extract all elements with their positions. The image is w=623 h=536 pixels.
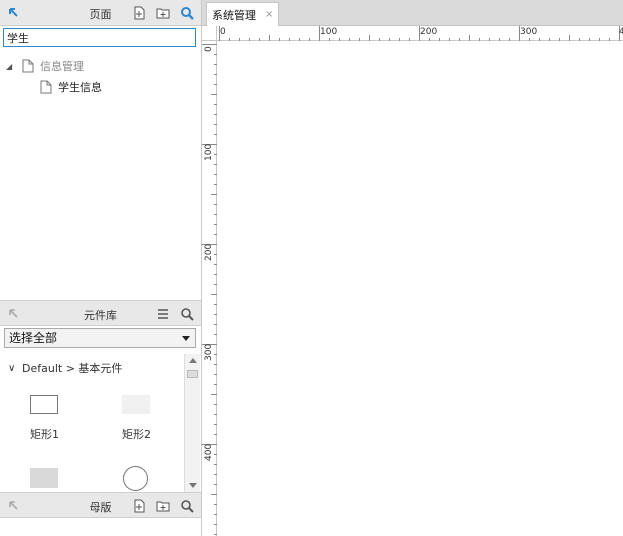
ruler-label: 300	[520, 27, 538, 37]
ruler-label: 300	[204, 343, 214, 361]
search-icon[interactable]	[179, 498, 195, 514]
search-icon[interactable]	[179, 306, 195, 322]
master-list	[0, 518, 201, 536]
add-page-icon[interactable]	[131, 5, 147, 21]
widget-label: 矩形2	[122, 428, 151, 441]
tree-item-label: 信息管理	[40, 60, 84, 73]
ruler-corner	[202, 26, 217, 41]
widget-panel-header: 元件库	[0, 300, 201, 326]
widget-group-header[interactable]: ∨ Default > 基本元件	[8, 360, 122, 376]
add-folder-icon[interactable]	[155, 5, 171, 21]
ruler-label: 400	[204, 443, 214, 461]
widget-label: 矩形1	[30, 428, 59, 441]
scroll-down-icon[interactable]	[189, 483, 197, 488]
horizontal-ruler: 0 100 200 300 4	[202, 26, 623, 41]
tree-item-info-management[interactable]: ◢ 信息管理	[6, 57, 84, 75]
rectangle-1-widget[interactable]	[30, 395, 58, 414]
close-icon[interactable]: ×	[265, 9, 273, 20]
library-select-value: 选择全部	[9, 331, 58, 345]
ruler-label: 0	[220, 27, 226, 37]
master-panel-header: 母版	[0, 492, 201, 518]
pages-panel-header: 页面	[0, 0, 201, 26]
scrollbar-thumb[interactable]	[187, 370, 198, 378]
search-icon[interactable]	[179, 5, 195, 21]
ruler-label: 100	[320, 27, 338, 37]
design-canvas[interactable]	[217, 41, 623, 536]
rectangle-2-widget[interactable]	[122, 395, 150, 414]
ellipse-widget[interactable]	[123, 466, 148, 491]
menu-icon[interactable]	[155, 306, 171, 322]
chevron-down-icon	[182, 336, 190, 341]
pages-panel: 页面 ◢ 信息管理 学生信息	[0, 0, 201, 300]
tree-item-student-info[interactable]: 学生信息	[40, 78, 102, 96]
widget-list-scrollbar[interactable]	[184, 354, 200, 492]
ruler-label: 200	[204, 243, 214, 261]
page-search-input[interactable]	[3, 28, 196, 47]
placeholder-widget[interactable]	[30, 468, 58, 488]
page-icon	[22, 59, 34, 73]
library-select[interactable]: 选择全部	[4, 328, 196, 348]
tab-label: 系统管理	[212, 8, 256, 22]
ruler-label: 200	[420, 27, 438, 37]
chevron-down-icon: ∨	[8, 362, 16, 374]
scroll-up-icon[interactable]	[189, 358, 197, 363]
tree-item-label: 学生信息	[58, 81, 102, 94]
ruler-label: 0	[204, 46, 214, 52]
ruler-label: 100	[204, 143, 214, 161]
page-tab-bar: 系统管理 ×	[202, 0, 623, 26]
widget-group-label: Default > 基本元件	[22, 362, 123, 375]
add-master-icon[interactable]	[131, 498, 147, 514]
left-sidebar: 页面 ◢ 信息管理 学生信息	[0, 0, 202, 536]
add-folder-icon[interactable]	[155, 498, 171, 514]
vertical-ruler: 0 100 200 300 400	[202, 41, 217, 536]
expand-triangle-icon[interactable]: ◢	[6, 62, 16, 71]
page-icon	[40, 80, 52, 94]
ruler-label: 4	[619, 27, 623, 37]
tab-system-management[interactable]: 系统管理 ×	[206, 2, 279, 26]
